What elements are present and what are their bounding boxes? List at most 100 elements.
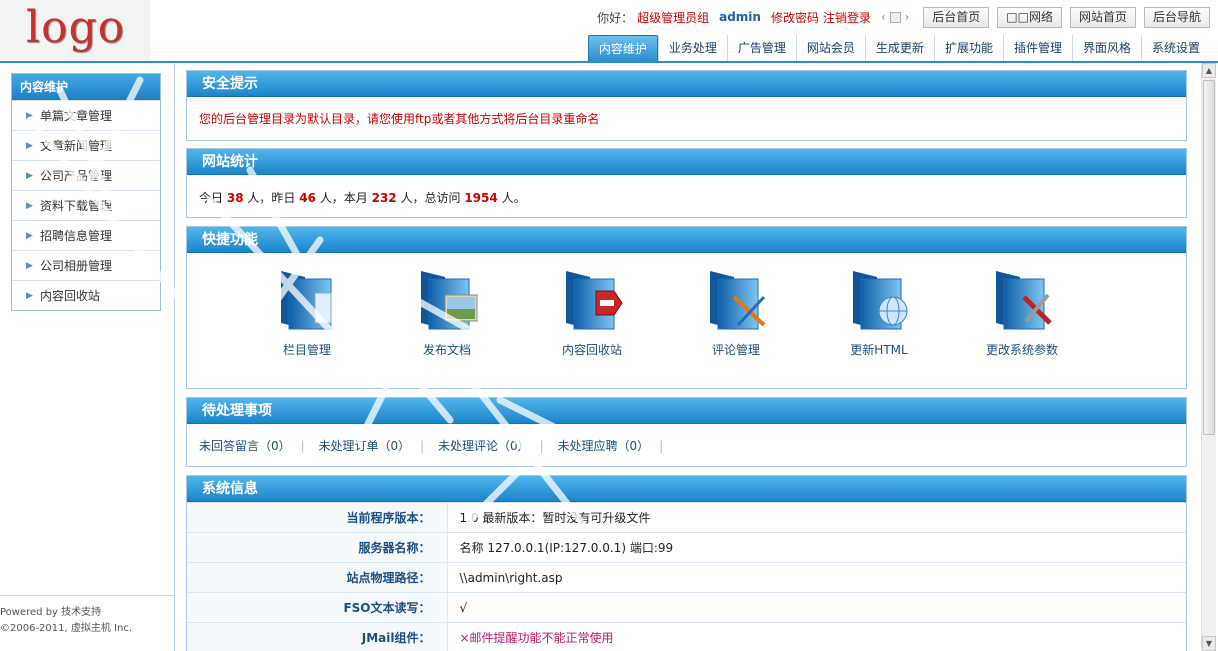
pending-comments-link[interactable]: 未处理评论（0） xyxy=(438,437,530,454)
tab-business[interactable]: 业务处理 xyxy=(657,35,727,61)
scroll-arrows[interactable]: ‹ › xyxy=(881,10,909,24)
header: logo 你好： 超级管理员组 admin 修改密码 注销登录 ‹ › 后台首页… xyxy=(0,0,1218,62)
publish-icon xyxy=(421,271,478,330)
logo-text: logo xyxy=(26,2,126,53)
arrow-right-icon: ▶ xyxy=(26,111,33,121)
stats-text: 人，本月 xyxy=(319,191,368,205)
site-home-button[interactable]: 网站首页 xyxy=(1069,6,1136,28)
sysinfo-panel: 系统信息 当前程序版本： 1.0 最新版本：暂时没有可升级文件 服务器名称： 名称 … xyxy=(186,475,1187,651)
tab-generate[interactable]: 生成更新 xyxy=(864,35,934,61)
sidebar-item-news[interactable]: ▶ 文章新闻管理 xyxy=(12,130,160,160)
stats-text: 今日 xyxy=(199,191,224,205)
divider: | xyxy=(420,439,425,453)
quick-system-params[interactable]: 更改系统参数 xyxy=(972,267,1072,358)
sidebar-item-label: 招聘信息管理 xyxy=(40,229,113,243)
divider: | xyxy=(539,439,544,453)
scroll-down-icon[interactable]: ▼ xyxy=(1202,636,1216,651)
stats-text: 人，总访问 xyxy=(400,191,461,205)
admin-nav-button[interactable]: 后台导航 xyxy=(1143,6,1210,28)
quick-comments[interactable]: 评论管理 xyxy=(686,267,786,358)
network-button[interactable]: □□网络 xyxy=(997,6,1062,28)
sidebar-item-recycle[interactable]: ▶ 内容回收站 xyxy=(12,280,160,310)
table-row: JMail组件： ×邮件提醒功能不能正常使用 xyxy=(187,622,1186,651)
arrow-right-icon: ▶ xyxy=(26,231,33,241)
pending-orders-link[interactable]: 未处理订单（0） xyxy=(319,437,411,454)
sidebar-item-label: 单篇文章管理 xyxy=(40,109,113,123)
chevron-left-icon[interactable]: ‹ xyxy=(881,10,886,24)
table-row: 站点物理路径： \\admin\right.asp xyxy=(187,562,1186,593)
pending-list: 未回答留言（0） | 未处理订单（0） | 未处理评论（0） | 未处理应聘（0） | xyxy=(187,424,1186,454)
recycle-bin-icon xyxy=(566,271,623,330)
copyright: ©2006-2011, 虚拟主机 Inc. xyxy=(0,623,133,634)
sidebar-item-label: 内容回收站 xyxy=(40,289,101,303)
tab-extensions[interactable]: 扩展功能 xyxy=(933,35,1003,61)
tab-members[interactable]: 网站会员 xyxy=(795,35,865,61)
sidebar-item-products[interactable]: ▶ 公司产品管理 xyxy=(12,160,160,190)
quick-label: 更改系统参数 xyxy=(985,343,1058,357)
divider: | xyxy=(300,439,305,453)
username: admin xyxy=(719,10,761,24)
panel-title: 快捷功能 xyxy=(187,227,1186,253)
stats-month: 232 xyxy=(371,191,397,205)
sidebar-item-downloads[interactable]: ▶ 资料下载管理 xyxy=(12,190,160,220)
quick-publish[interactable]: 发布文档 xyxy=(397,267,497,358)
tab-themes[interactable]: 界面风格 xyxy=(1071,35,1141,61)
panel-title: 安全提示 xyxy=(187,71,1186,97)
quick-recycle[interactable]: 内容回收站 xyxy=(542,267,642,358)
sysinfo-value: ×邮件提醒功能不能正常使用 xyxy=(447,622,1186,651)
stats-today: 38 xyxy=(226,191,244,205)
arrow-right-icon: ▶ xyxy=(26,261,33,271)
tab-plugins[interactable]: 插件管理 xyxy=(1002,35,1072,61)
quick-column-manage[interactable]: 栏目管理 xyxy=(257,267,357,358)
sysinfo-key: 服务器名称： xyxy=(187,532,448,563)
quick-label: 发布文档 xyxy=(422,343,471,357)
panel-title: 系统信息 xyxy=(187,476,1186,502)
chevron-right-icon[interactable]: › xyxy=(904,10,909,24)
comment-edit-icon xyxy=(710,271,766,330)
sysinfo-value: √ xyxy=(447,592,1186,623)
arrow-right-icon: ▶ xyxy=(26,141,33,151)
greeting-label: 你好： xyxy=(597,10,634,25)
tools-icon xyxy=(996,271,1052,330)
pending-panel: 待处理事项 未回答留言（0） | 未处理订单（0） | 未处理评论（0） | 未处理应… xyxy=(186,397,1187,467)
main-nav-tabs: 内容维护 业务处理 广告管理 网站会员 生成更新 扩展功能 插件管理 界面风格 … xyxy=(587,35,1210,61)
tab-ads[interactable]: 广告管理 xyxy=(726,35,796,61)
sysinfo-value: 名称 127.0.0.1(IP:127.0.0.1) 端口:99 xyxy=(447,532,1186,563)
quick-update-html[interactable]: 更新HTML xyxy=(829,267,929,358)
sidebar-item-jobs[interactable]: ▶ 招聘信息管理 xyxy=(12,220,160,250)
globe-icon xyxy=(853,271,908,330)
sysinfo-table: 当前程序版本： 1.0 最新版本：暂时没有可升级文件 服务器名称： 名称 127.0… xyxy=(187,502,1186,651)
scroll-up-icon[interactable]: ▲ xyxy=(1202,63,1216,78)
square-icon xyxy=(889,12,901,23)
arrow-right-icon: ▶ xyxy=(26,171,33,181)
sidebar: 内容维护 ▶ 单篇文章管理 ▶ 文章新闻管理 ▶ 公司产品管理 ▶ 资料下载管理 ▶ 招聘… xyxy=(0,63,175,651)
panel-title: 待处理事项 xyxy=(187,398,1186,424)
admin-home-button[interactable]: 后台首页 xyxy=(923,6,990,28)
sysinfo-value: \\admin\right.asp xyxy=(447,562,1186,593)
stats-panel: 网站统计 今日 38 人，昨日 46 人，本月 232 人，总访问 1954 人… xyxy=(186,148,1187,218)
sysinfo-key: 站点物理路径： xyxy=(187,562,448,593)
sidebar-item-label: 资料下载管理 xyxy=(40,199,113,213)
pending-messages-link[interactable]: 未回答留言（0） xyxy=(199,437,291,454)
stats-yesterday: 46 xyxy=(299,191,316,205)
sidebar-item-label: 公司产品管理 xyxy=(40,169,113,183)
sidebar-item-albums[interactable]: ▶ 公司相册管理 xyxy=(12,250,160,280)
top-bar: 你好： 超级管理员组 admin 修改密码 注销登录 ‹ › 后台首页 □□网络… xyxy=(597,6,1210,28)
powered-by: Powered by 技术支持 xyxy=(0,607,102,618)
stats-text: 人。 xyxy=(501,191,526,205)
tab-content-maintenance[interactable]: 内容维护 xyxy=(587,35,658,61)
vertical-scrollbar[interactable]: ▲ ▼ xyxy=(1201,63,1216,651)
change-password-link[interactable]: 修改密码 xyxy=(771,9,819,26)
stats-total: 1954 xyxy=(464,191,498,205)
security-message: 您的后台管理目录为默认目录，请您使用ftp或者其他方式将后台目录重命名 xyxy=(199,112,600,126)
main-content: 安全提示 您的后台管理目录为默认目录，请您使用ftp或者其他方式将后台目录重命名… xyxy=(186,63,1187,651)
scroll-thumb[interactable] xyxy=(1203,80,1215,435)
tab-settings[interactable]: 系统设置 xyxy=(1140,35,1210,61)
logo[interactable]: logo xyxy=(0,0,150,60)
table-row: FSO文本读写： √ xyxy=(187,592,1186,623)
logout-link[interactable]: 注销登录 xyxy=(823,9,871,26)
quick-label: 更新HTML xyxy=(850,343,908,357)
quick-label: 栏目管理 xyxy=(282,343,331,357)
sidebar-item-single-article[interactable]: ▶ 单篇文章管理 xyxy=(12,100,160,130)
pending-applications-link[interactable]: 未处理应聘（0） xyxy=(558,437,650,454)
